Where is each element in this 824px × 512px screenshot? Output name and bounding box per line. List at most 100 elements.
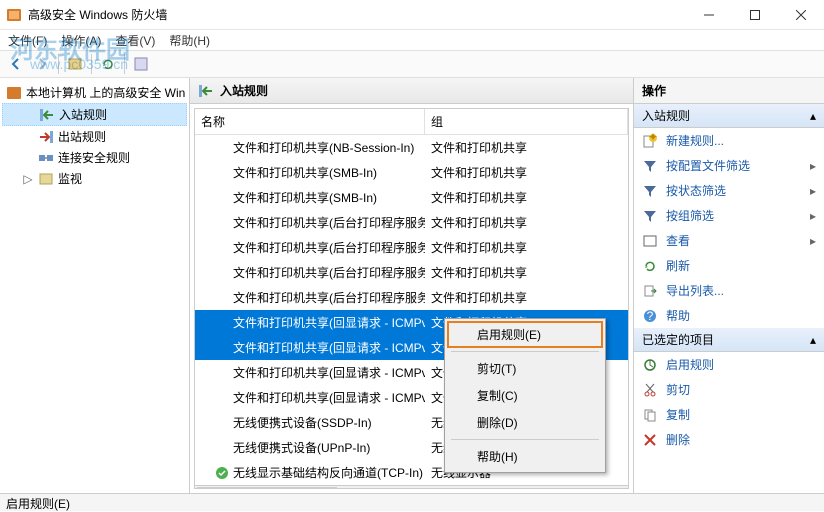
context-menu-item[interactable]: 帮助(H) (447, 443, 603, 470)
help-icon: ? (642, 308, 658, 324)
table-row[interactable]: 文件和打印机共享(NB-Session-In) 文件和打印机共享 (195, 135, 628, 160)
action-export[interactable]: 导出列表... (634, 278, 824, 303)
tree-root[interactable]: 本地计算机 上的高级安全 Win (2, 82, 187, 103)
collapse-icon[interactable]: ▴ (810, 333, 816, 347)
rule-name: 无线便携式设备(UPnP-In) (233, 439, 370, 456)
rule-group: 文件和打印机共享 (425, 262, 628, 283)
view-icon (642, 233, 658, 249)
table-row[interactable]: 文件和打印机共享(后台打印程序服务 - R...文件和打印机共享 (195, 285, 628, 310)
maximize-button[interactable] (732, 0, 778, 30)
rule-name: 文件和打印机共享(回显请求 - ICMPv4-In) (233, 339, 425, 356)
title-bar: 高级安全 Windows 防火墙 (0, 0, 824, 30)
tree-item-1[interactable]: 出站规则 (2, 126, 187, 147)
menu-help[interactable]: 帮助(H) (169, 32, 210, 49)
context-menu-item[interactable]: 剪切(T) (447, 355, 603, 382)
table-row[interactable]: 文件和打印机共享(后台打印程序服务 - R...文件和打印机共享 (195, 210, 628, 235)
rule-name: 文件和打印机共享(后台打印程序服务 - R... (233, 264, 425, 281)
rule-name: 文件和打印机共享(后台打印程序服务 - R... (233, 239, 425, 256)
table-row[interactable]: 文件和打印机共享(后台打印程序服务 - R...文件和打印机共享 (195, 260, 628, 285)
action-delete[interactable]: 删除 (634, 427, 824, 452)
actions-section2[interactable]: 已选定的项目 ▴ (634, 328, 824, 352)
tree-item-2[interactable]: 连接安全规则 (2, 147, 187, 168)
rule-name: 文件和打印机共享(回显请求 - ICMPv6-In) (233, 389, 425, 406)
action-label: 复制 (666, 406, 690, 423)
menu-view[interactable]: 查看(V) (115, 32, 155, 49)
tree-label: 出站规则 (58, 128, 106, 145)
action-new-rule[interactable]: ✦新建规则... (634, 128, 824, 153)
filter-icon (642, 158, 658, 174)
rule-name: 文件和打印机共享(回显请求 - ICMPv4-In) (233, 314, 425, 331)
menu-file[interactable]: 文件(F) (8, 32, 47, 49)
rule-name: 文件和打印机共享(后台打印程序服务 - R... (233, 289, 425, 306)
toolbar (0, 50, 824, 78)
refresh-icon (642, 258, 658, 274)
rule-group: 文件和打印机共享 (425, 137, 628, 158)
tool-button[interactable] (129, 53, 153, 75)
action-cut[interactable]: 剪切 (634, 377, 824, 402)
rule-name: 文件和打印机共享(SMB-In) (233, 164, 377, 181)
action-filter[interactable]: 按状态筛选▸ (634, 178, 824, 203)
action-enable[interactable]: 启用规则 (634, 352, 824, 377)
tree-icon (38, 129, 54, 145)
tool-up-button[interactable] (63, 53, 87, 75)
refresh-button[interactable] (96, 53, 120, 75)
action-label: 按组筛选 (666, 207, 714, 224)
window-title: 高级安全 Windows 防火墙 (28, 6, 686, 23)
panel-title: 入站规则 (220, 82, 268, 99)
inbound-icon (198, 83, 214, 99)
tree-label: 监视 (58, 170, 82, 187)
minimize-button[interactable] (686, 0, 732, 30)
tree-item-3[interactable]: ▷监视 (2, 168, 187, 189)
col-name[interactable]: 名称 (195, 109, 425, 134)
actions-panel: 操作 入站规则 ▴ ✦新建规则...按配置文件筛选▸按状态筛选▸按组筛选▸查看▸… (634, 78, 824, 493)
rule-group: 文件和打印机共享 (425, 162, 628, 183)
action-label: 刷新 (666, 257, 690, 274)
actions-title: 操作 (634, 78, 824, 104)
panel-header: 入站规则 (190, 78, 633, 104)
tree-icon (38, 171, 54, 187)
action-label: 按配置文件筛选 (666, 157, 750, 174)
status-bar: 启用规则(E) (0, 493, 824, 511)
tree-label: 入站规则 (59, 106, 107, 123)
rule-name: 无线显示基础结构反向通道(TCP-In) (233, 464, 423, 481)
table-row[interactable]: 文件和打印机共享(SMB-In) 文件和打印机共享 (195, 160, 628, 185)
context-menu: 启用规则(E) 剪切(T)复制(C)删除(D) 帮助(H) (444, 318, 606, 473)
context-menu-item[interactable]: 删除(D) (447, 409, 603, 436)
forward-button[interactable] (30, 53, 54, 75)
horizontal-scrollbar[interactable] (195, 485, 628, 489)
action-label: 查看 (666, 232, 690, 249)
tree-label: 连接安全规则 (58, 149, 130, 166)
export-icon (642, 283, 658, 299)
menu-bar: 文件(F) 操作(A) 查看(V) 帮助(H) (0, 30, 824, 50)
action-filter[interactable]: 按配置文件筛选▸ (634, 153, 824, 178)
rule-name: 文件和打印机共享(NB-Session-In) (233, 139, 414, 156)
table-row[interactable]: 文件和打印机共享(后台打印程序服务 - R...文件和打印机共享 (195, 235, 628, 260)
context-menu-item[interactable]: 启用规则(E) (447, 321, 603, 348)
actions-section1[interactable]: 入站规则 ▴ (634, 104, 824, 128)
action-copy[interactable]: 复制 (634, 402, 824, 427)
rule-name: 文件和打印机共享(SMB-In) (233, 189, 377, 206)
action-view[interactable]: 查看▸ (634, 228, 824, 253)
list-header: 名称 组 (195, 109, 628, 135)
close-button[interactable] (778, 0, 824, 30)
new-rule-icon: ✦ (642, 133, 658, 149)
rule-name: 文件和打印机共享(后台打印程序服务 - R... (233, 214, 425, 231)
action-refresh[interactable]: 刷新 (634, 253, 824, 278)
collapse-icon[interactable]: ▴ (810, 109, 816, 123)
rule-name: 文件和打印机共享(回显请求 - ICMPv6-In) (233, 364, 425, 381)
action-label: 导出列表... (666, 282, 724, 299)
table-row[interactable]: 文件和打印机共享(SMB-In)文件和打印机共享 (195, 185, 628, 210)
scrollbar-thumb[interactable] (197, 487, 337, 490)
col-group[interactable]: 组 (425, 109, 628, 134)
menu-action[interactable]: 操作(A) (61, 32, 101, 49)
app-icon (6, 7, 22, 23)
action-help[interactable]: ?帮助 (634, 303, 824, 328)
rule-group: 文件和打印机共享 (425, 237, 628, 258)
tree-icon (38, 150, 54, 166)
svg-text:?: ? (647, 309, 654, 323)
action-filter[interactable]: 按组筛选▸ (634, 203, 824, 228)
back-button[interactable] (4, 53, 28, 75)
action-label: 剪切 (666, 381, 690, 398)
context-menu-item[interactable]: 复制(C) (447, 382, 603, 409)
tree-item-0[interactable]: 入站规则 (2, 103, 187, 126)
